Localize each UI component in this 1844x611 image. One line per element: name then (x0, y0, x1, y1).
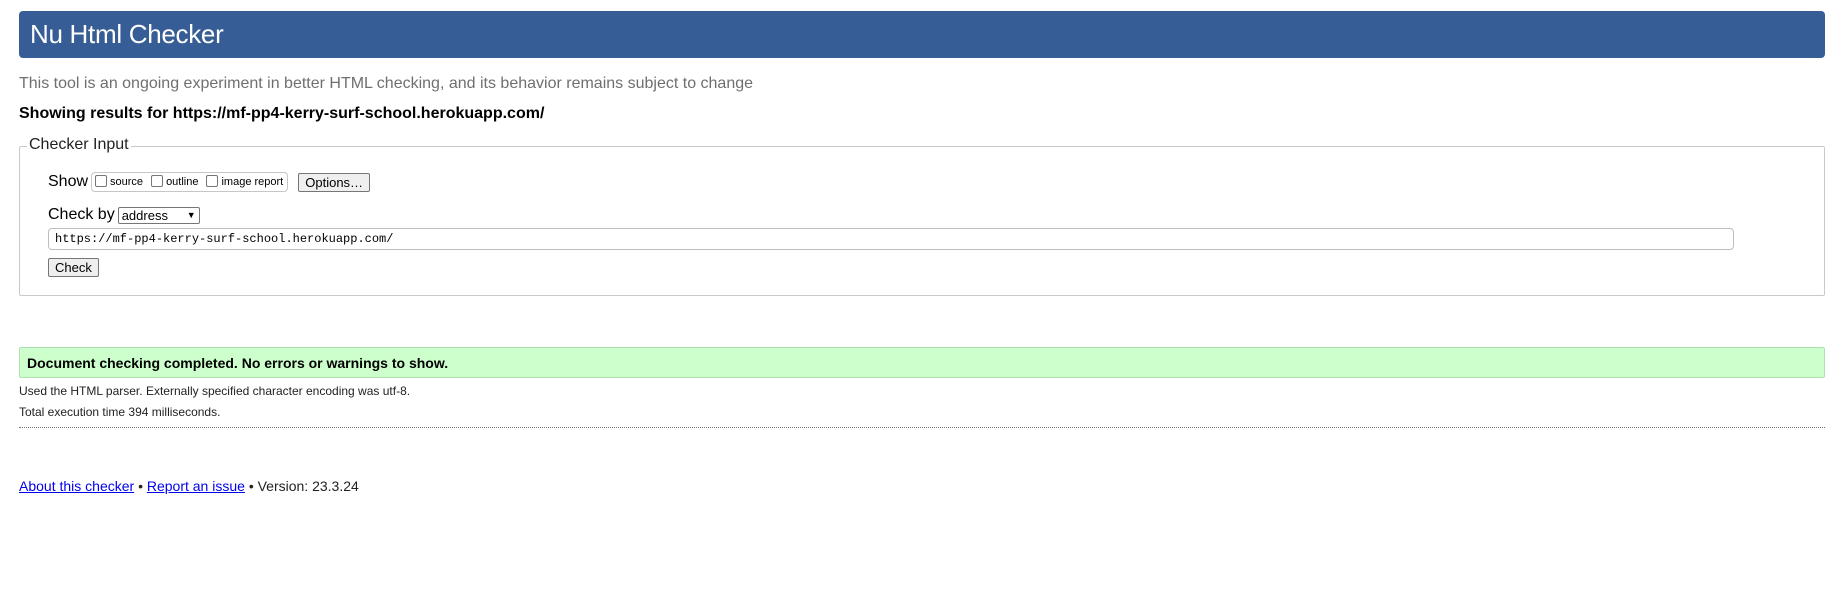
show-label: Show (48, 173, 89, 190)
results-for-heading: Showing results for https://mf-pp4-kerry… (19, 105, 545, 122)
outline-checkbox[interactable] (151, 175, 164, 187)
parser-note: Used the HTML parser. Externally specifi… (19, 384, 411, 398)
show-image-report-option[interactable]: image report (206, 175, 284, 188)
page: Nu Html Checker This tool is an ongoing … (0, 0, 1844, 611)
options-button[interactable]: Options… (298, 172, 371, 192)
url-input[interactable]: https://mf-pp4-kerry-surf-school.herokua… (48, 228, 1734, 250)
check-by-select[interactable]: address ▼ (117, 206, 200, 224)
report-issue-link[interactable]: Report an issue (147, 478, 245, 494)
execution-time: Total execution time 394 milliseconds. (19, 405, 221, 419)
footer-separator: • (248, 478, 254, 494)
footer: About this checker • Report an issue • V… (19, 478, 359, 494)
url-input-value: https://mf-pp4-kerry-surf-school.herokua… (55, 232, 394, 246)
checker-input-legend: Checker Input (27, 136, 131, 154)
header-bar: Nu Html Checker (19, 11, 1825, 58)
check-button[interactable]: Check (48, 258, 99, 277)
intro-subtitle: This tool is an ongoing experiment in be… (19, 75, 754, 92)
show-options-group: source outline image report (91, 172, 289, 192)
chevron-down-icon: ▼ (186, 210, 196, 220)
image-report-checkbox-label: image report (221, 176, 284, 188)
version-text: Version: 23.3.24 (257, 478, 359, 494)
image-report-checkbox[interactable] (206, 175, 219, 187)
checker-input-fieldset (19, 146, 1825, 296)
check-by-row: Check by address ▼ (48, 206, 200, 224)
outline-checkbox-label: outline (166, 176, 199, 188)
show-row: Show source outline image report Options… (48, 172, 371, 192)
show-outline-option[interactable]: outline (151, 175, 199, 188)
show-source-option[interactable]: source (95, 175, 144, 188)
page-title: Nu Html Checker (30, 19, 224, 49)
source-checkbox[interactable] (95, 175, 108, 187)
check-by-selected-value: address (121, 207, 168, 223)
success-message: Document checking completed. No errors o… (19, 347, 1825, 378)
source-checkbox-label: source (110, 176, 144, 188)
about-link[interactable]: About this checker (19, 478, 134, 494)
divider (19, 427, 1825, 428)
footer-separator: • (138, 478, 143, 494)
check-by-label: Check by (48, 206, 115, 223)
